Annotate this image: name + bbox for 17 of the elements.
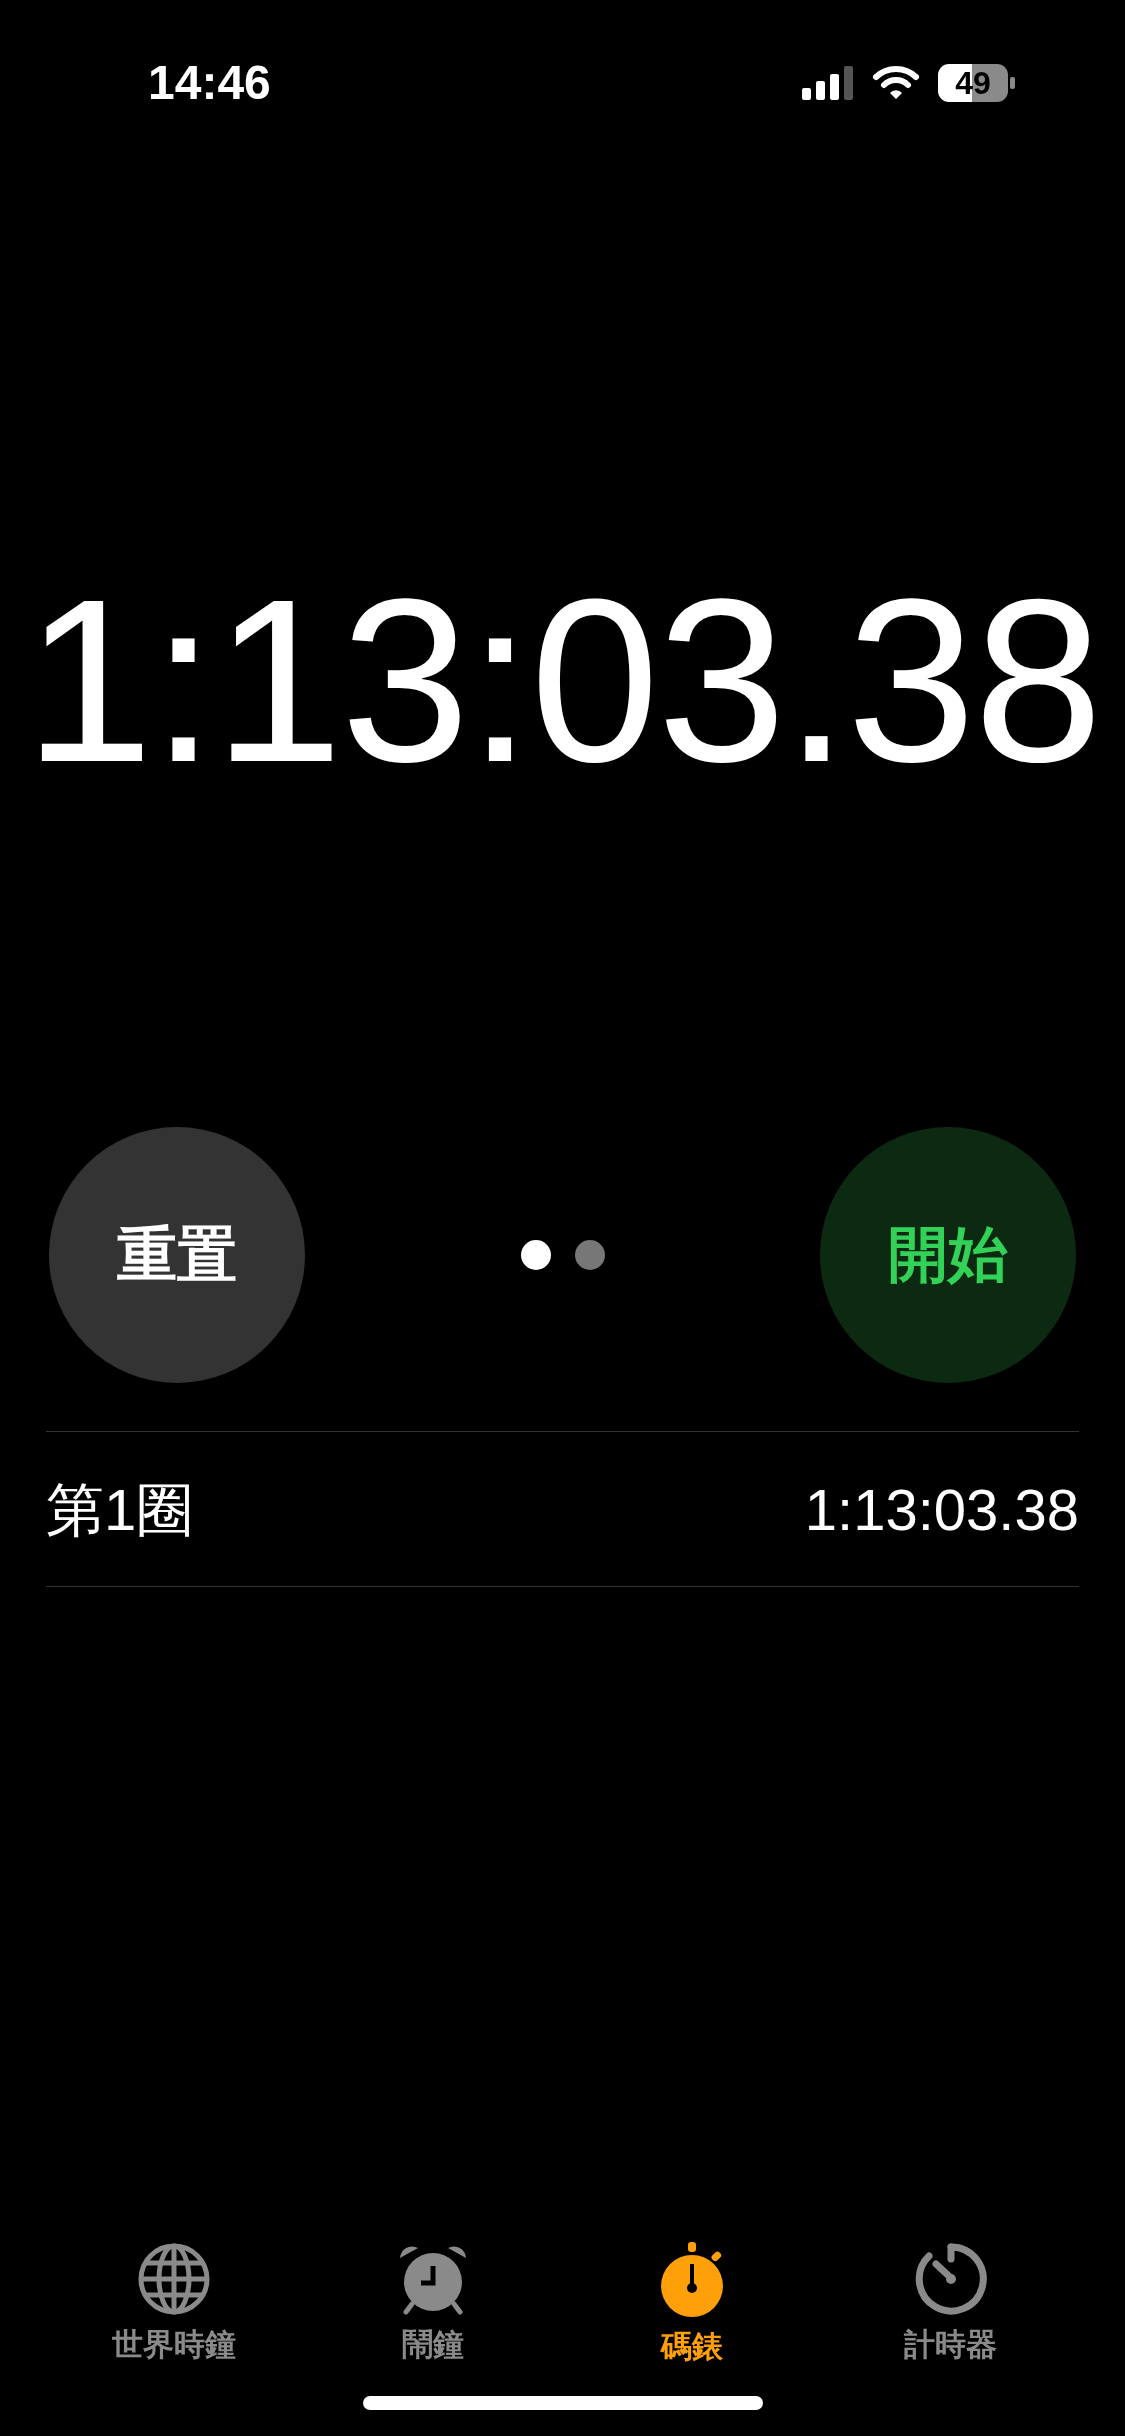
lap-label: 第1圈: [46, 1475, 195, 1544]
tab[interactable]: 計時器: [850, 2241, 1051, 2370]
signal-icon: [802, 65, 854, 100]
wifi-icon: [872, 65, 920, 100]
start-button[interactable]: 開始: [820, 1127, 1076, 1383]
tab[interactable]: 碼錶: [591, 2241, 792, 2370]
reset-button[interactable]: 重置: [49, 1127, 305, 1383]
status-time: 14:46: [148, 54, 271, 111]
tab[interactable]: 世界時鐘: [74, 2241, 275, 2370]
tab[interactable]: 鬧鐘: [333, 2241, 534, 2370]
battery-tip-icon: [1010, 76, 1015, 89]
page-dot[interactable]: [520, 1240, 551, 1270]
globe-icon: [137, 2241, 212, 2316]
stopwatch-time: 1:13:03.38: [23, 565, 1102, 797]
timer-icon: [913, 2241, 988, 2316]
page-dot[interactable]: [574, 1240, 605, 1270]
lap-time: 1:13:03.38: [804, 1475, 1079, 1544]
